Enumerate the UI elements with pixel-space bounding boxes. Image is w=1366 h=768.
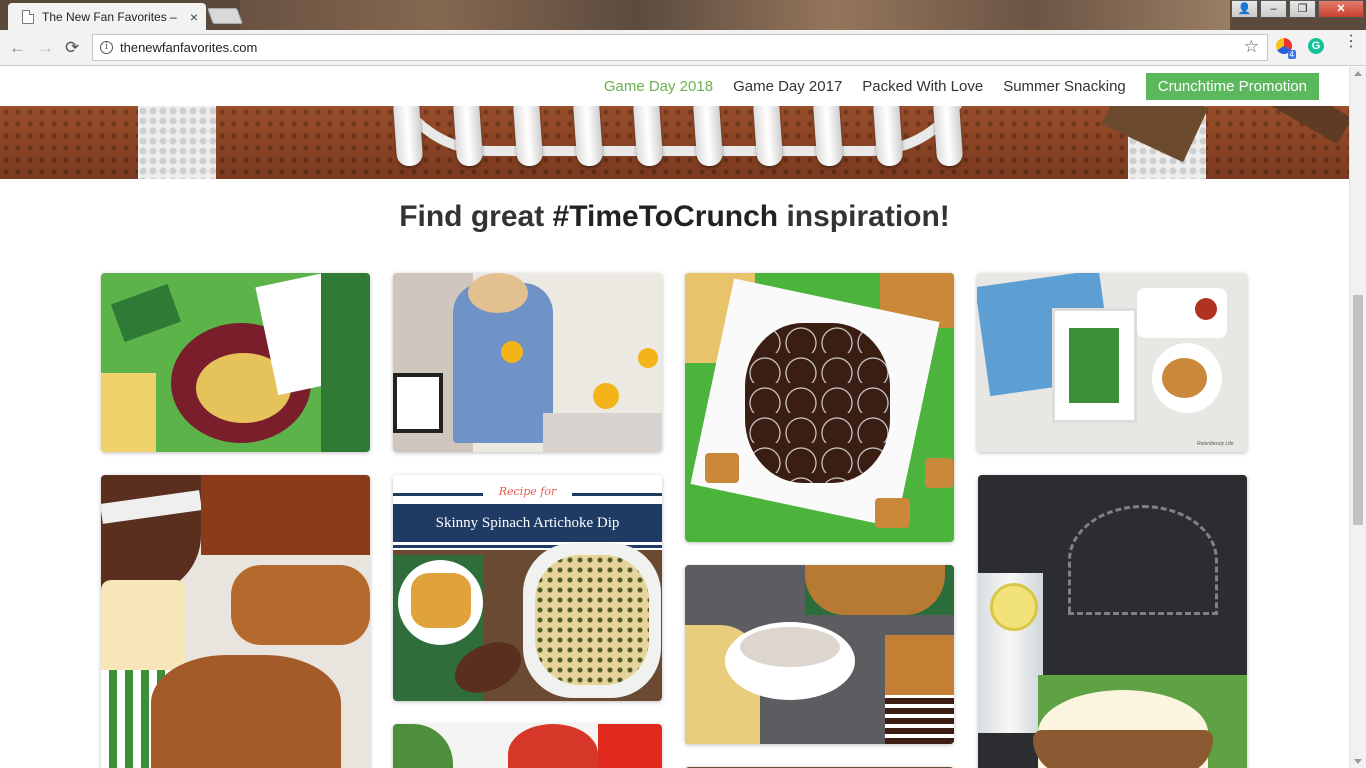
football-lace <box>812 106 844 167</box>
headline-suffix: inspiration! <box>778 200 950 233</box>
browser-toolbar: ← → ⟳ i thenewfanfavorites.com ☆ 4 G ⋮ <box>0 30 1366 66</box>
chocolate-footballs <box>745 323 890 483</box>
pretzel-bowl <box>805 565 945 615</box>
football-box <box>885 695 954 744</box>
pillow <box>393 373 443 433</box>
address-bar[interactable]: i thenewfanfavorites.com ☆ <box>92 34 1268 61</box>
page-icon <box>22 9 34 24</box>
field-napkin <box>1069 328 1119 403</box>
pretzel <box>705 453 739 483</box>
pretzel <box>875 498 910 528</box>
browser-tab[interactable]: The New Fan Favorites – × <box>8 3 206 30</box>
woman-sunflowers-photo[interactable] <box>393 273 662 452</box>
salsa <box>1195 298 1217 320</box>
football-lace <box>512 106 544 167</box>
sunflower <box>638 348 658 368</box>
recipe-title: Skinny Spinach Artichoke Dip <box>393 504 662 542</box>
pretzel <box>925 458 953 488</box>
football-lace <box>392 106 424 167</box>
wood-bowl <box>1033 730 1213 768</box>
minimize-button[interactable]: – <box>1260 0 1287 18</box>
lemon-slice <box>990 583 1038 631</box>
extension-icon[interactable]: 4 <box>1276 38 1296 59</box>
photo-credit: Relentlessly Life <box>1197 441 1234 447</box>
close-window-button[interactable]: ✕ <box>1318 0 1364 18</box>
browser-tab-strip: The New Fan Favorites – × 👤 – ❐ ✕ <box>0 0 1366 30</box>
restore-button[interactable]: ❐ <box>1289 0 1316 18</box>
wood-board <box>1267 106 1349 144</box>
football-lace <box>752 106 784 167</box>
grammarly-icon[interactable]: G <box>1308 38 1324 54</box>
nav-game-day-2018[interactable]: Game Day 2018 <box>604 78 713 95</box>
scroll-down-icon[interactable] <box>1354 759 1362 764</box>
tomato <box>508 724 598 768</box>
football-hero-banner <box>0 106 1349 179</box>
table <box>543 413 662 452</box>
sunflower <box>501 341 523 363</box>
pretzels-popcorn-cashews-photo[interactable] <box>101 475 370 768</box>
pretzel-bowl <box>231 565 370 645</box>
nav-packed-with-love[interactable]: Packed With Love <box>862 78 983 95</box>
football-lace <box>572 106 604 167</box>
red-pepper <box>598 724 662 768</box>
football-lace <box>932 106 964 167</box>
chalk-play-diagram <box>1068 505 1218 615</box>
tab-title: The New Fan Favorites – <box>42 9 177 24</box>
tab-close-icon[interactable]: × <box>190 10 198 24</box>
page-scrollbar[interactable] <box>1349 67 1366 768</box>
headline-hashtag: #TimeToCrunch <box>552 200 779 233</box>
browser-menu-icon[interactable]: ⋮ <box>1343 34 1359 50</box>
reload-icon[interactable]: ⟳ <box>65 38 79 58</box>
scroll-up-icon[interactable] <box>1354 71 1362 76</box>
page-viewport: Game Day 2018 Game Day 2017 Packed With … <box>0 67 1349 768</box>
nav-game-day-2017[interactable]: Game Day 2017 <box>733 78 842 95</box>
popcorn <box>101 373 156 452</box>
emerald-bag <box>321 273 370 452</box>
spinach-dip <box>535 555 649 685</box>
football-stripe <box>138 106 216 179</box>
hair <box>468 273 528 313</box>
scrollbar-thumb[interactable] <box>1353 295 1363 525</box>
nav-summer-snacking[interactable]: Summer Snacking <box>1003 78 1126 95</box>
spinach-artichoke-dip-photo[interactable]: Recipe for Skinny Spinach Artichoke Dip <box>393 475 662 701</box>
site-navigation: Game Day 2018 Game Day 2017 Packed With … <box>0 67 1349 106</box>
crunchtime-promotion-button[interactable]: Crunchtime Promotion <box>1145 73 1319 100</box>
back-icon[interactable]: ← <box>9 38 26 58</box>
dip <box>740 627 840 667</box>
background-tabs <box>240 0 1230 30</box>
extension-badge: 4 <box>1287 50 1296 59</box>
football-lace <box>692 106 724 167</box>
page-headline: Find great #TimeToCrunch inspiration! <box>0 200 1349 234</box>
cashew-bowl <box>151 655 341 768</box>
chalkboard-popcorn-lemonade-photo[interactable] <box>978 475 1247 768</box>
headline-prefix: Find great <box>399 200 553 233</box>
tomatoes-photo[interactable] <box>393 724 662 768</box>
popcorn-cup <box>101 580 186 675</box>
recipe-for-label: Recipe for <box>498 485 557 498</box>
site-info-icon[interactable]: i <box>100 41 113 54</box>
snack-tray-photo[interactable]: Relentlessly Life <box>977 273 1247 452</box>
url-text[interactable]: thenewfanfavorites.com <box>120 40 257 55</box>
chips-and-dip-photo[interactable] <box>685 565 954 744</box>
football-lace <box>872 106 904 167</box>
forward-icon[interactable]: → <box>37 38 54 58</box>
snack-platter-photo[interactable] <box>101 273 370 452</box>
tortilla-chips <box>411 573 471 628</box>
football-lace <box>632 106 664 167</box>
chocolate-footballs-photo[interactable] <box>685 273 954 542</box>
user-icon[interactable]: 👤 <box>1231 0 1258 18</box>
emerald-pack <box>110 283 182 343</box>
soda-glass <box>201 475 370 555</box>
new-tab-button[interactable] <box>207 8 243 24</box>
sunflower <box>593 383 619 409</box>
pretzels <box>1162 358 1207 398</box>
football-lace <box>452 106 484 167</box>
cilantro <box>393 724 453 768</box>
bookmark-star-icon[interactable]: ☆ <box>1244 37 1259 57</box>
window-controls: 👤 – ❐ ✕ <box>1229 0 1364 18</box>
